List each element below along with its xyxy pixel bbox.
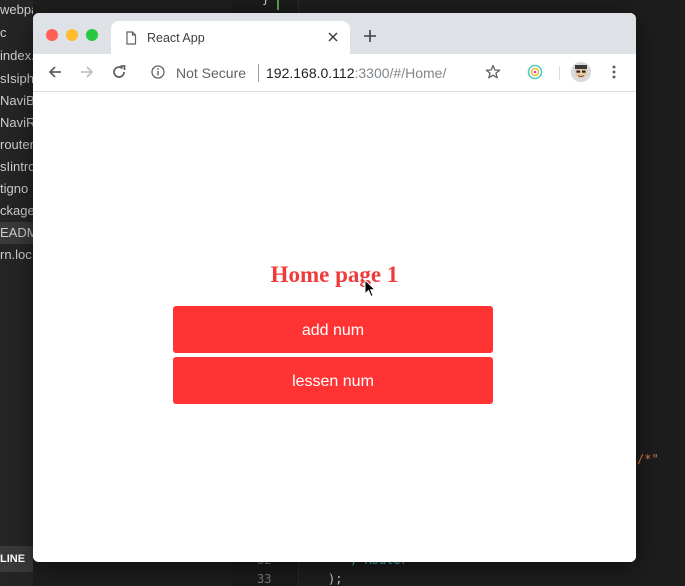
editor-file-item[interactable]: ckage [0, 200, 33, 222]
mouse-cursor-icon [364, 279, 376, 298]
profile-avatar[interactable] [571, 62, 591, 82]
editor-file-item-selected[interactable]: EADM [0, 222, 33, 244]
editor-file-item[interactable]: rn.loc [0, 244, 33, 266]
back-arrow-icon[interactable] [47, 64, 63, 80]
window-close-button[interactable] [46, 29, 58, 41]
browser-window: React App Not Secure 192.168.0.112:3300/… [33, 13, 636, 562]
document-icon [126, 31, 137, 45]
omnibox-separator [258, 64, 259, 82]
add-num-button[interactable]: add num [173, 306, 493, 353]
extension-icon[interactable] [527, 64, 543, 80]
tab-title: React App [147, 31, 205, 45]
close-icon[interactable] [326, 30, 340, 44]
editor-git-change-marker [277, 0, 279, 10]
editor-file-item[interactable]: NaviB [0, 90, 33, 112]
security-status-label[interactable]: Not Secure [176, 54, 246, 91]
url-path: :3300/#/Home/ [354, 65, 447, 81]
page-viewport: Home page 1 add num lessen num [33, 92, 636, 562]
browser-tab[interactable]: React App [111, 21, 350, 54]
editor-file-item[interactable]: c [0, 22, 33, 44]
page-title: Home page 1 [270, 262, 399, 287]
lessen-num-button[interactable]: lessen num [173, 357, 493, 404]
window-zoom-button[interactable] [86, 29, 98, 41]
star-icon[interactable] [485, 64, 501, 80]
editor-code-fragment: } [262, 0, 269, 6]
editor-file-item[interactable]: sIintro [0, 156, 33, 178]
forward-arrow-icon[interactable] [79, 64, 95, 80]
editor-line-number: 33 [257, 572, 272, 586]
toolbar-separator [559, 66, 560, 80]
url-host: 192.168.0.112 [266, 65, 355, 81]
editor-status-label: LINE [0, 546, 33, 572]
editor-code-fragment: ); [328, 572, 343, 586]
editor-file-item[interactable]: index. [0, 45, 33, 67]
info-icon[interactable] [151, 65, 165, 79]
editor-file-item[interactable]: router [0, 134, 33, 156]
editor-file-sidebar: webpack.tip.js c index. sIsipho NaviB Na… [0, 0, 33, 586]
plus-icon[interactable] [363, 29, 377, 43]
editor-file-item[interactable]: NaviR [0, 112, 33, 134]
editor-file-item[interactable]: webpack.tip.js [0, 0, 33, 21]
browser-titlebar: React App [33, 13, 636, 54]
editor-file-item[interactable]: sIsipho [0, 68, 33, 90]
editor-code-fragment: /*" [637, 452, 659, 466]
reload-icon[interactable] [111, 64, 127, 80]
avatar-face-icon [571, 62, 591, 82]
editor-file-item[interactable]: tigno [0, 178, 33, 200]
address-bar[interactable]: 192.168.0.112:3300/#/Home/ [266, 54, 446, 91]
browser-toolbar: Not Secure 192.168.0.112:3300/#/Home/ [33, 54, 636, 92]
window-minimize-button[interactable] [66, 29, 78, 41]
kebab-menu-icon[interactable] [606, 64, 622, 80]
